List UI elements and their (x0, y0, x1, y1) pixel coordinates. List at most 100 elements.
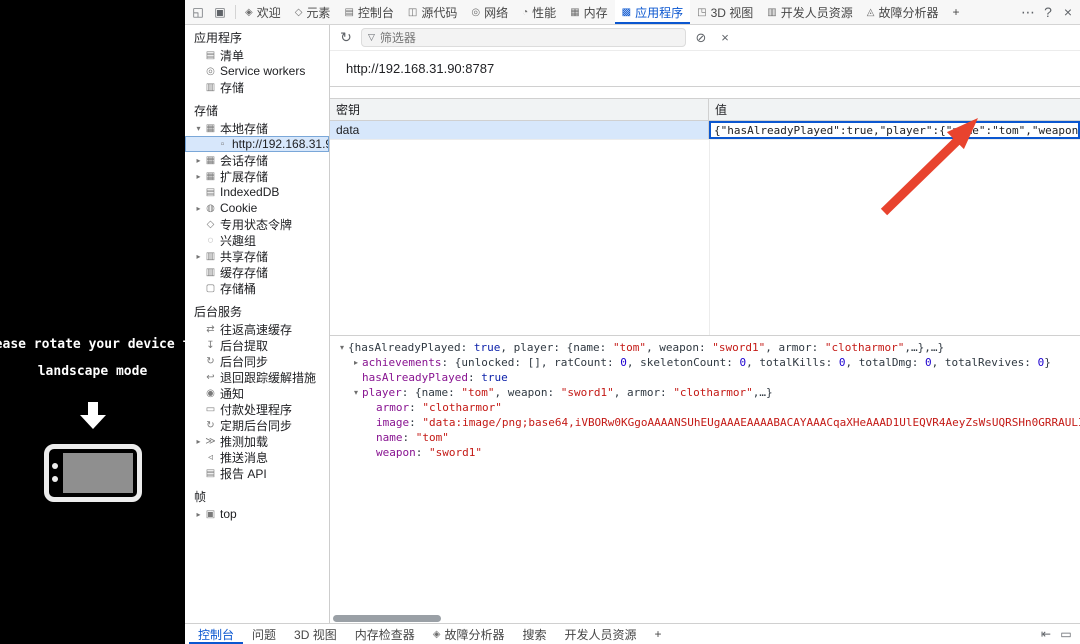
sidebar-item-storage-buckets[interactable]: ▢存储桶 (185, 280, 329, 296)
sidebar-item-label: 后台同步 (220, 353, 268, 369)
json-token: : {unlocked: [], ratCount: (441, 355, 620, 370)
tab-crash-analyzer[interactable]: ◬故障分析器 (860, 0, 946, 24)
sidebar-item-shared-storage[interactable]: ▸▥共享存储 (185, 248, 329, 264)
sidebar-item-back-forward-cache[interactable]: ⇄往返高速缓存 (185, 321, 329, 337)
expand-drawer-icon[interactable]: ▭ (1056, 625, 1076, 643)
json-token: , weapon: (646, 340, 712, 355)
horizontal-scrollbar[interactable] (330, 613, 1080, 623)
sidebar-item-service-workers[interactable]: ◎Service workers (185, 63, 329, 79)
expander-icon[interactable]: ▸ (350, 355, 362, 370)
sidebar-item-speculative-loads[interactable]: ▸≫推测加载 (185, 433, 329, 449)
json-token: "clotharmor" (825, 340, 904, 355)
expander-icon[interactable]: ▾ (193, 124, 204, 133)
tab-console[interactable]: ▤控制台 (337, 0, 400, 24)
sidebar-item-reporting-api[interactable]: ▤报告 API (185, 465, 329, 481)
dock-drawer-icon[interactable]: ⇤ (1036, 625, 1056, 643)
sidebar-item-label: 清单 (220, 47, 244, 63)
value-column-header[interactable]: 值 (709, 99, 1080, 120)
drawer-tab-console-drawer[interactable]: 控制台 (189, 624, 243, 644)
tab-more-tabs[interactable]: + (945, 0, 966, 24)
sidebar-item-label: top (220, 507, 237, 521)
expander-icon[interactable]: ▸ (193, 252, 204, 261)
sidebar-item-frame-top[interactable]: ▸▣top (185, 506, 329, 522)
tab-application[interactable]: ▩应用程序 (615, 0, 690, 24)
clear-all-button[interactable]: ⊘ (692, 30, 710, 46)
sidebar-item-payment-handler[interactable]: ▭付款处理程序 (185, 401, 329, 417)
sidebar-item-bounce-tracking-mitigations[interactable]: ↩退回跟踪缓解措施 (185, 369, 329, 385)
tab-sources[interactable]: ◫源代码 (401, 0, 464, 24)
drawer-tab-search[interactable]: 搜索 (513, 624, 555, 644)
sidebar-item-private-state-tokens[interactable]: ◇专用状态令牌 (185, 216, 329, 232)
devtools-content: 应用程序▤清单◎Service workers▥存储存储▾▦本地存储▫http:… (185, 25, 1080, 623)
expander-icon[interactable]: ▸ (193, 437, 204, 446)
sidebar-item-cookies[interactable]: ▸◍Cookie (185, 200, 329, 216)
drawer-tab-crash-analyzer-drawer[interactable]: ◈故障分析器 (424, 624, 514, 644)
sidebar-item-cache-storage[interactable]: ▥缓存存储 (185, 264, 329, 280)
sidebar-item-storage[interactable]: ▥存储 (185, 79, 329, 95)
key-column-header[interactable]: 密钥 (330, 99, 709, 120)
drawer-tab-issues[interactable]: 问题 (243, 624, 285, 644)
sidebar-item-push-messaging[interactable]: ◃推送消息 (185, 449, 329, 465)
value-editor[interactable]: {"hasAlreadyPlayed":true,"player":{"name… (709, 121, 1080, 139)
preview-line: image: "data:image/png;base64,iVBORw0KGg… (330, 415, 1080, 430)
filter-box[interactable]: ▽ (361, 28, 686, 47)
preview-line: hasAlreadyPlayed: true (330, 370, 1080, 385)
drawer-tab-memory-inspector[interactable]: 内存检查器 (346, 624, 424, 644)
performance-icon: ◔ (522, 7, 528, 18)
devtools-panel: ◱▣ ◈欢迎◇元素▤控制台◫源代码◎网络◔性能▦内存▩应用程序◳3D 视图▥开发… (185, 0, 1080, 644)
sidebar-item-local-storage[interactable]: ▾▦本地存储 (185, 120, 329, 136)
sidebar-item-manifest[interactable]: ▤清单 (185, 47, 329, 63)
filter-input[interactable] (380, 31, 679, 45)
device-toolbar-icon[interactable]: ▣ (210, 3, 230, 21)
crash-analyzer-icon: ◬ (867, 7, 875, 18)
scrollbar-thumb[interactable] (333, 615, 441, 622)
table-gap (330, 87, 1080, 98)
storage-toolbar: ↻ ▽ ⊘ × (330, 25, 1080, 51)
inspect-element-icon[interactable]: ◱ (188, 3, 208, 21)
expander-icon[interactable]: ▾ (350, 385, 362, 400)
refresh-button[interactable]: ↻ (337, 29, 355, 46)
tab-memory[interactable]: ▦内存 (563, 0, 614, 24)
expander-icon[interactable]: ▸ (193, 172, 204, 181)
json-token: "clotharmor" (422, 400, 501, 415)
row-value-cell[interactable]: {"hasAlreadyPlayed":true,"player":{"name… (709, 121, 1080, 139)
sidebar-item-label: http://192.168.31.90:8… (232, 137, 329, 151)
delete-selected-button[interactable]: × (716, 30, 734, 45)
tab-3d-view[interactable]: ◳3D 视图 (690, 0, 760, 24)
row-key-cell[interactable]: data (330, 121, 709, 139)
sidebar-item-label: 存储桶 (220, 280, 256, 296)
close-devtools-icon[interactable]: × (1058, 3, 1078, 21)
sidebar-item-notifications[interactable]: ◉通知 (185, 385, 329, 401)
sidebar-item-label: 本地存储 (220, 120, 268, 136)
drawer-tab-dev-resources-drawer[interactable]: 开发人员资源 (555, 624, 645, 644)
sidebar-item-indexeddb[interactable]: ▤IndexedDB (185, 184, 329, 200)
sidebar-item-label: 报告 API (220, 465, 267, 481)
sidebar-item-label: 往返高速缓存 (220, 321, 292, 337)
json-token: "tom" (416, 430, 449, 445)
periodic-background-sync-icon: ↻ (204, 420, 217, 431)
help-icon[interactable]: ? (1038, 3, 1058, 21)
sidebar-item-local-storage-origin[interactable]: ▫http://192.168.31.90:8… (185, 136, 329, 152)
tab-network[interactable]: ◎网络 (464, 0, 515, 24)
drawer-tab-3d-view-drawer[interactable]: 3D 视图 (285, 624, 346, 644)
sidebar-item-extension-storage[interactable]: ▸▦扩展存储 (185, 168, 329, 184)
expander-icon[interactable]: ▸ (193, 510, 204, 519)
sidebar-item-background-fetch[interactable]: ↧后台提取 (185, 337, 329, 353)
table-row[interactable]: data{"hasAlreadyPlayed":true,"player":{"… (330, 121, 1080, 140)
tab-dev-resources[interactable]: ▥开发人员资源 (760, 0, 859, 24)
tab-elements[interactable]: ◇元素 (288, 0, 338, 24)
window-controls: ⋯?× (1018, 0, 1080, 24)
sidebar-item-session-storage[interactable]: ▸▦会话存储 (185, 152, 329, 168)
notifications-icon: ◉ (204, 388, 217, 399)
more-options-icon[interactable]: ⋯ (1018, 3, 1038, 21)
sidebar-item-interest-groups[interactable]: ◌兴趣组 (185, 232, 329, 248)
filter-icon: ▽ (368, 32, 375, 43)
tab-welcome[interactable]: ◈欢迎 (238, 0, 288, 24)
drawer-tab-add-drawer-tab[interactable]: + (645, 624, 670, 644)
expander-icon[interactable]: ▸ (193, 204, 204, 213)
sidebar-item-periodic-background-sync[interactable]: ↻定期后台同步 (185, 417, 329, 433)
sidebar-item-background-sync[interactable]: ↻后台同步 (185, 353, 329, 369)
tab-performance[interactable]: ◔性能 (515, 0, 563, 24)
expander-icon[interactable]: ▸ (193, 156, 204, 165)
expander-icon[interactable]: ▾ (336, 340, 348, 355)
